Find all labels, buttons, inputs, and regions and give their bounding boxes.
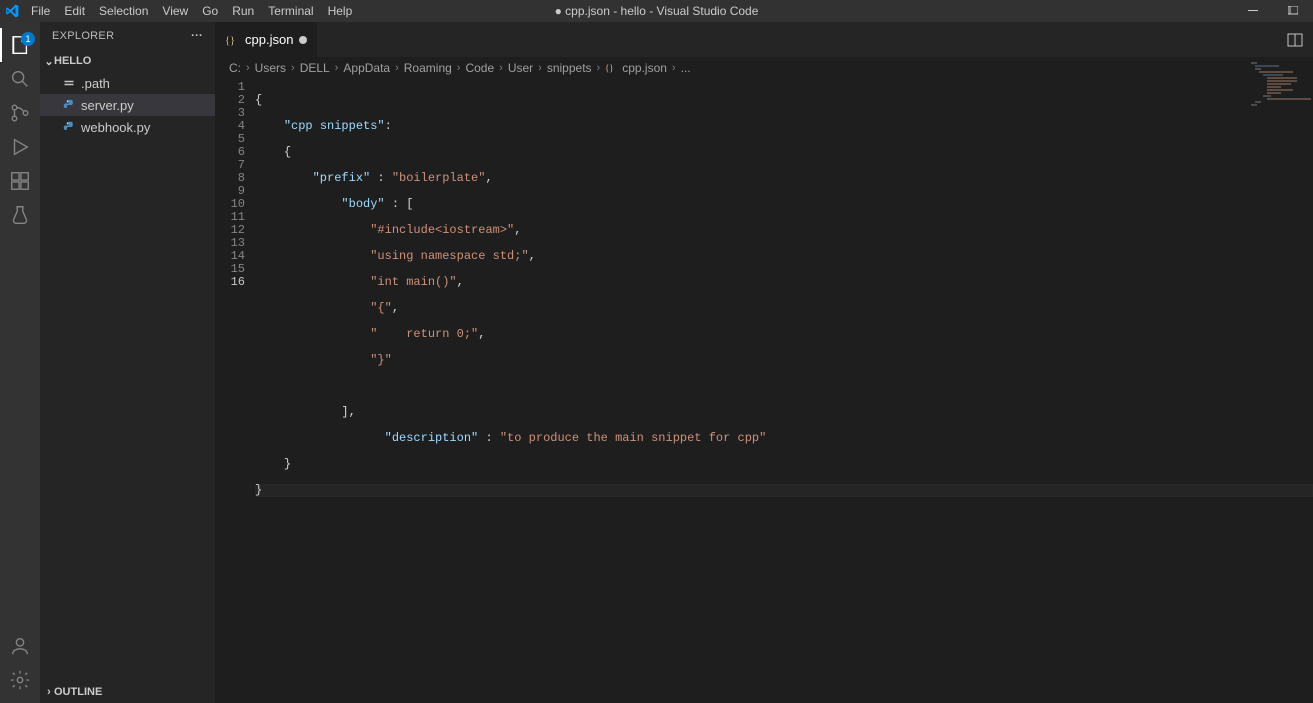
menu-go[interactable]: Go: [195, 0, 225, 22]
code-editor[interactable]: 1 2 3 4 5 6 7 8 9 10 11 12 13 14 15 16 {…: [215, 79, 1313, 703]
chevron-right-icon: ›: [44, 686, 54, 698]
menu-help[interactable]: Help: [321, 0, 360, 22]
sidebar-header: EXPLORER ···: [40, 22, 215, 50]
editor-group: {} cpp.json C:› Users› DELL› AppData› Ro…: [215, 22, 1313, 703]
sidebar-more-icon[interactable]: ···: [191, 30, 203, 42]
breadcrumb-item[interactable]: Users: [255, 61, 286, 75]
json-file-icon: {}: [605, 62, 618, 75]
file-item-path[interactable]: .path: [40, 72, 215, 94]
activity-explorer[interactable]: 1: [0, 28, 40, 62]
menu-bar: File Edit Selection View Go Run Terminal…: [24, 0, 359, 22]
folder-name: HELLO: [54, 55, 91, 67]
outline-section[interactable]: › OUTLINE: [40, 681, 215, 703]
line-number-gutter: 1 2 3 4 5 6 7 8 9 10 11 12 13 14 15 16: [215, 79, 255, 703]
tab-label: cpp.json: [245, 32, 293, 47]
file-icon: [62, 76, 76, 90]
menu-edit[interactable]: Edit: [57, 0, 92, 22]
sidebar-title: EXPLORER: [52, 30, 114, 42]
activity-search[interactable]: [0, 62, 40, 96]
activity-accounts[interactable]: [0, 629, 40, 663]
breadcrumb-item[interactable]: Code: [465, 61, 494, 75]
python-file-icon: [62, 98, 76, 112]
menu-file[interactable]: File: [24, 0, 57, 22]
activity-testing[interactable]: [0, 198, 40, 232]
tabs-bar: {} cpp.json: [215, 22, 1313, 57]
breadcrumb-item[interactable]: AppData: [343, 61, 390, 75]
python-file-icon: [62, 120, 76, 134]
breadcrumb-item[interactable]: User: [508, 61, 533, 75]
activity-settings[interactable]: [0, 663, 40, 697]
sidebar: EXPLORER ··· ⌄ HELLO .path server.py web…: [40, 22, 215, 703]
tab-cppjson[interactable]: {} cpp.json: [215, 22, 318, 57]
title-bar: File Edit Selection View Go Run Terminal…: [0, 0, 1313, 22]
window-controls: [1233, 0, 1313, 22]
file-label: server.py: [81, 98, 134, 113]
chevron-down-icon: ⌄: [44, 55, 54, 68]
menu-selection[interactable]: Selection: [92, 0, 155, 22]
editor-toolbar: [1287, 22, 1313, 57]
breadcrumb-item[interactable]: C:: [229, 61, 241, 75]
file-label: webhook.py: [81, 120, 150, 135]
minimize-button[interactable]: [1233, 0, 1273, 22]
svg-text:{}: {}: [225, 35, 235, 46]
activity-extensions[interactable]: [0, 164, 40, 198]
breadcrumb-item[interactable]: ...: [681, 61, 691, 75]
svg-text:{}: {}: [605, 62, 614, 72]
menu-run[interactable]: Run: [225, 0, 261, 22]
breadcrumb-item[interactable]: cpp.json: [622, 61, 667, 75]
breadcrumb-item[interactable]: Roaming: [404, 61, 452, 75]
folder-header[interactable]: ⌄ HELLO: [40, 50, 215, 72]
file-label: .path: [81, 76, 110, 91]
file-item-server[interactable]: server.py: [40, 94, 215, 116]
breadcrumb-item[interactable]: snippets: [547, 61, 592, 75]
activity-source-control[interactable]: [0, 96, 40, 130]
activity-bar: 1: [0, 22, 40, 703]
explorer-badge: 1: [21, 32, 35, 46]
vscode-logo-icon: [0, 0, 24, 22]
file-item-webhook[interactable]: webhook.py: [40, 116, 215, 138]
menu-terminal[interactable]: Terminal: [261, 0, 320, 22]
breadcrumb-item[interactable]: DELL: [300, 61, 330, 75]
split-editor-icon[interactable]: [1287, 32, 1303, 48]
breadcrumb[interactable]: C:› Users› DELL› AppData› Roaming› Code›…: [215, 57, 1313, 79]
code-content[interactable]: { "cpp snippets": { "prefix" : "boilerpl…: [255, 79, 1313, 703]
activity-run-debug[interactable]: [0, 130, 40, 164]
dirty-indicator-icon: [299, 36, 307, 44]
menu-view[interactable]: View: [155, 0, 195, 22]
maximize-button[interactable]: [1273, 0, 1313, 22]
outline-label: OUTLINE: [54, 686, 102, 698]
json-file-icon: {}: [225, 33, 239, 47]
